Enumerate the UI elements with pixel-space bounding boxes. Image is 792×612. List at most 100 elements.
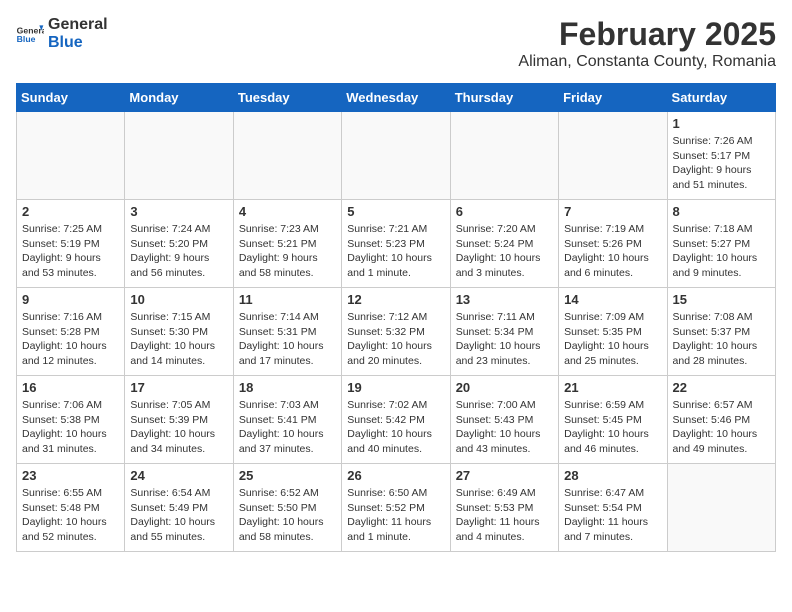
calendar-cell: 16 Sunrise: 7:06 AM Sunset: 5:38 PM Dayli… [17,376,125,464]
calendar-cell: 11 Sunrise: 7:14 AM Sunset: 5:31 PM Dayli… [233,288,341,376]
calendar-cell [17,112,125,200]
calendar-header-monday: Monday [125,84,233,112]
calendar-cell [450,112,558,200]
day-number: 1 [673,116,770,131]
calendar-cell: 5 Sunrise: 7:21 AM Sunset: 5:23 PM Daylig… [342,200,450,288]
day-info: Sunrise: 6:59 AM Sunset: 5:45 PM Dayligh… [564,398,661,457]
calendar-cell: 12 Sunrise: 7:12 AM Sunset: 5:32 PM Dayli… [342,288,450,376]
day-number: 14 [564,292,661,307]
day-info: Sunrise: 7:12 AM Sunset: 5:32 PM Dayligh… [347,310,444,369]
day-number: 13 [456,292,553,307]
calendar-week-row: 9 Sunrise: 7:16 AM Sunset: 5:28 PM Daylig… [17,288,776,376]
day-number: 10 [130,292,227,307]
day-number: 2 [22,204,119,219]
calendar-cell: 8 Sunrise: 7:18 AM Sunset: 5:27 PM Daylig… [667,200,775,288]
day-info: Sunrise: 7:03 AM Sunset: 5:41 PM Dayligh… [239,398,336,457]
day-info: Sunrise: 7:16 AM Sunset: 5:28 PM Dayligh… [22,310,119,369]
day-info: Sunrise: 6:57 AM Sunset: 5:46 PM Dayligh… [673,398,770,457]
calendar-cell: 24 Sunrise: 6:54 AM Sunset: 5:49 PM Dayli… [125,464,233,552]
day-number: 18 [239,380,336,395]
calendar-cell [342,112,450,200]
calendar-cell: 2 Sunrise: 7:25 AM Sunset: 5:19 PM Daylig… [17,200,125,288]
logo-general: General [48,16,108,34]
day-number: 6 [456,204,553,219]
day-number: 4 [239,204,336,219]
day-number: 5 [347,204,444,219]
day-number: 23 [22,468,119,483]
day-info: Sunrise: 7:24 AM Sunset: 5:20 PM Dayligh… [130,222,227,281]
calendar-cell: 14 Sunrise: 7:09 AM Sunset: 5:35 PM Dayli… [559,288,667,376]
day-info: Sunrise: 7:18 AM Sunset: 5:27 PM Dayligh… [673,222,770,281]
day-info: Sunrise: 7:09 AM Sunset: 5:35 PM Dayligh… [564,310,661,369]
calendar-cell: 15 Sunrise: 7:08 AM Sunset: 5:37 PM Dayli… [667,288,775,376]
calendar-header-saturday: Saturday [667,84,775,112]
calendar-cell: 3 Sunrise: 7:24 AM Sunset: 5:20 PM Daylig… [125,200,233,288]
day-number: 12 [347,292,444,307]
calendar-cell [559,112,667,200]
day-info: Sunrise: 7:15 AM Sunset: 5:30 PM Dayligh… [130,310,227,369]
calendar-header-row: SundayMondayTuesdayWednesdayThursdayFrid… [17,84,776,112]
day-info: Sunrise: 7:02 AM Sunset: 5:42 PM Dayligh… [347,398,444,457]
day-info: Sunrise: 7:08 AM Sunset: 5:37 PM Dayligh… [673,310,770,369]
calendar-cell: 19 Sunrise: 7:02 AM Sunset: 5:42 PM Dayli… [342,376,450,464]
day-number: 11 [239,292,336,307]
day-number: 9 [22,292,119,307]
day-number: 26 [347,468,444,483]
calendar-cell: 27Sunrise: 6:49 AM Sunset: 5:53 PM Dayli… [450,464,558,552]
calendar-cell: 26Sunrise: 6:50 AM Sunset: 5:52 PM Dayli… [342,464,450,552]
calendar-week-row: 23 Sunrise: 6:55 AM Sunset: 5:48 PM Dayli… [17,464,776,552]
calendar-header-friday: Friday [559,84,667,112]
month-title: February 2025 [518,16,776,53]
calendar-header-sunday: Sunday [17,84,125,112]
svg-text:Blue: Blue [17,34,36,44]
day-number: 22 [673,380,770,395]
day-info: Sunrise: 7:19 AM Sunset: 5:26 PM Dayligh… [564,222,661,281]
day-number: 17 [130,380,227,395]
day-number: 15 [673,292,770,307]
calendar-cell [667,464,775,552]
day-number: 8 [673,204,770,219]
day-info: Sunrise: 7:11 AM Sunset: 5:34 PM Dayligh… [456,310,553,369]
calendar-cell: 18 Sunrise: 7:03 AM Sunset: 5:41 PM Dayli… [233,376,341,464]
day-number: 7 [564,204,661,219]
day-info: Sunrise: 6:54 AM Sunset: 5:49 PM Dayligh… [130,486,227,545]
calendar-cell: 20Sunrise: 7:00 AM Sunset: 5:43 PM Dayli… [450,376,558,464]
day-info: Sunrise: 7:06 AM Sunset: 5:38 PM Dayligh… [22,398,119,457]
calendar-cell: 9 Sunrise: 7:16 AM Sunset: 5:28 PM Daylig… [17,288,125,376]
day-info: Sunrise: 7:21 AM Sunset: 5:23 PM Dayligh… [347,222,444,281]
day-info: Sunrise: 7:05 AM Sunset: 5:39 PM Dayligh… [130,398,227,457]
logo: General Blue General Blue [16,16,108,51]
day-info: Sunrise: 7:26 AM Sunset: 5:17 PM Dayligh… [673,134,770,193]
day-number: 3 [130,204,227,219]
calendar-header-wednesday: Wednesday [342,84,450,112]
calendar-cell [233,112,341,200]
day-info: Sunrise: 7:23 AM Sunset: 5:21 PM Dayligh… [239,222,336,281]
calendar-cell: 21Sunrise: 6:59 AM Sunset: 5:45 PM Dayli… [559,376,667,464]
calendar-cell: 6Sunrise: 7:20 AM Sunset: 5:24 PM Daylig… [450,200,558,288]
day-number: 24 [130,468,227,483]
calendar-header-tuesday: Tuesday [233,84,341,112]
logo-icon: General Blue [16,24,44,44]
calendar-cell [125,112,233,200]
calendar-cell: 13 Sunrise: 7:11 AM Sunset: 5:34 PM Dayli… [450,288,558,376]
calendar-week-row: 1 Sunrise: 7:26 AM Sunset: 5:17 PM Daylig… [17,112,776,200]
calendar-cell: 10 Sunrise: 7:15 AM Sunset: 5:30 PM Dayli… [125,288,233,376]
calendar-cell: 25 Sunrise: 6:52 AM Sunset: 5:50 PM Dayli… [233,464,341,552]
calendar-table: SundayMondayTuesdayWednesdayThursdayFrid… [16,83,776,552]
location-title: Aliman, Constanta County, Romania [518,53,776,71]
logo-blue: Blue [48,34,108,52]
day-info: Sunrise: 7:14 AM Sunset: 5:31 PM Dayligh… [239,310,336,369]
day-info: Sunrise: 6:49 AM Sunset: 5:53 PM Dayligh… [456,486,553,545]
calendar-cell: 17 Sunrise: 7:05 AM Sunset: 5:39 PM Dayli… [125,376,233,464]
calendar-cell: 28Sunrise: 6:47 AM Sunset: 5:54 PM Dayli… [559,464,667,552]
calendar-week-row: 16 Sunrise: 7:06 AM Sunset: 5:38 PM Dayli… [17,376,776,464]
day-number: 16 [22,380,119,395]
day-number: 25 [239,468,336,483]
day-info: Sunrise: 7:25 AM Sunset: 5:19 PM Dayligh… [22,222,119,281]
calendar-cell: 22 Sunrise: 6:57 AM Sunset: 5:46 PM Dayli… [667,376,775,464]
day-info: Sunrise: 6:52 AM Sunset: 5:50 PM Dayligh… [239,486,336,545]
calendar-cell: 7 Sunrise: 7:19 AM Sunset: 5:26 PM Daylig… [559,200,667,288]
day-info: Sunrise: 6:55 AM Sunset: 5:48 PM Dayligh… [22,486,119,545]
day-info: Sunrise: 6:47 AM Sunset: 5:54 PM Dayligh… [564,486,661,545]
day-number: 19 [347,380,444,395]
